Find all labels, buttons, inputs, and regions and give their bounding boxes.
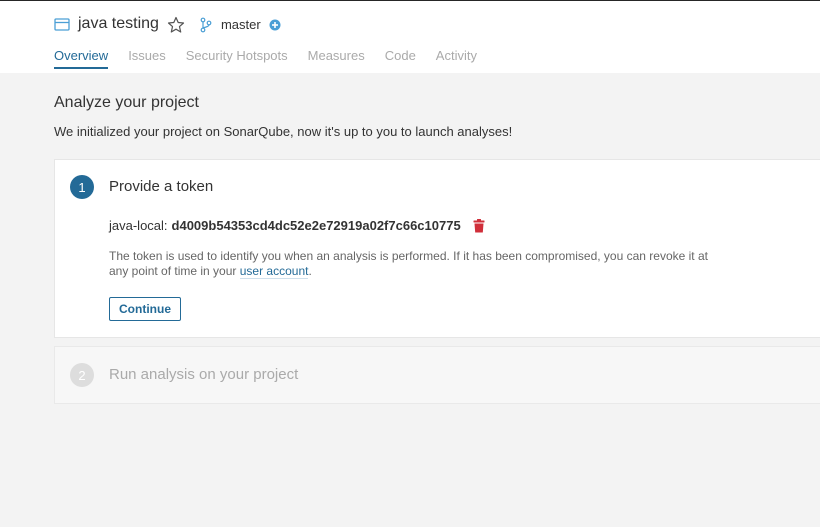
tab-security-hotspots[interactable]: Security Hotspots [186,48,288,69]
step-number-badge: 2 [70,363,94,387]
tab-overview[interactable]: Overview [54,48,109,69]
continue-button[interactable]: Continue [109,297,181,321]
step-number-badge: 1 [70,175,94,199]
tab-code[interactable]: Code [385,48,416,69]
tab-activity[interactable]: Activity [436,48,477,69]
project-name[interactable]: java testing [78,15,159,33]
token-row: java-local: d4009b54353cd4dc52e2e72919a0… [109,217,485,233]
project-header: java testing master Overview Issues Secu… [0,1,820,73]
project-nav-tabs: Overview Issues Security Hotspots Measur… [54,48,497,69]
branch-name[interactable]: master [221,17,261,32]
branch-icon [199,17,213,33]
help-text-end: . [308,264,312,278]
step-provide-token: 1 Provide a token java-local: d4009b5435… [54,159,820,338]
page-subtitle: We initialized your project on SonarQube… [54,124,513,139]
project-title-row: java testing master [54,12,281,36]
token-name-label: java-local: [109,217,168,233]
plus-circle-icon[interactable] [269,19,281,31]
trash-icon[interactable] [473,219,485,233]
project-icon [54,17,70,31]
tab-measures[interactable]: Measures [308,48,365,69]
user-account-link[interactable]: user account [239,264,309,279]
step-title: Run analysis on your project [109,366,299,383]
page-title: Analyze your project [54,94,199,111]
step-title: Provide a token [109,178,214,195]
token-value: d4009b54353cd4dc52e2e72919a02f7c66c10775 [171,217,461,233]
step-run-analysis: 2 Run analysis on your project [54,346,820,404]
help-text: The token is used to identify you when a… [109,249,708,278]
token-help-text: The token is used to identify you when a… [109,249,719,279]
tab-issues[interactable]: Issues [128,48,166,69]
star-icon[interactable] [167,16,185,34]
